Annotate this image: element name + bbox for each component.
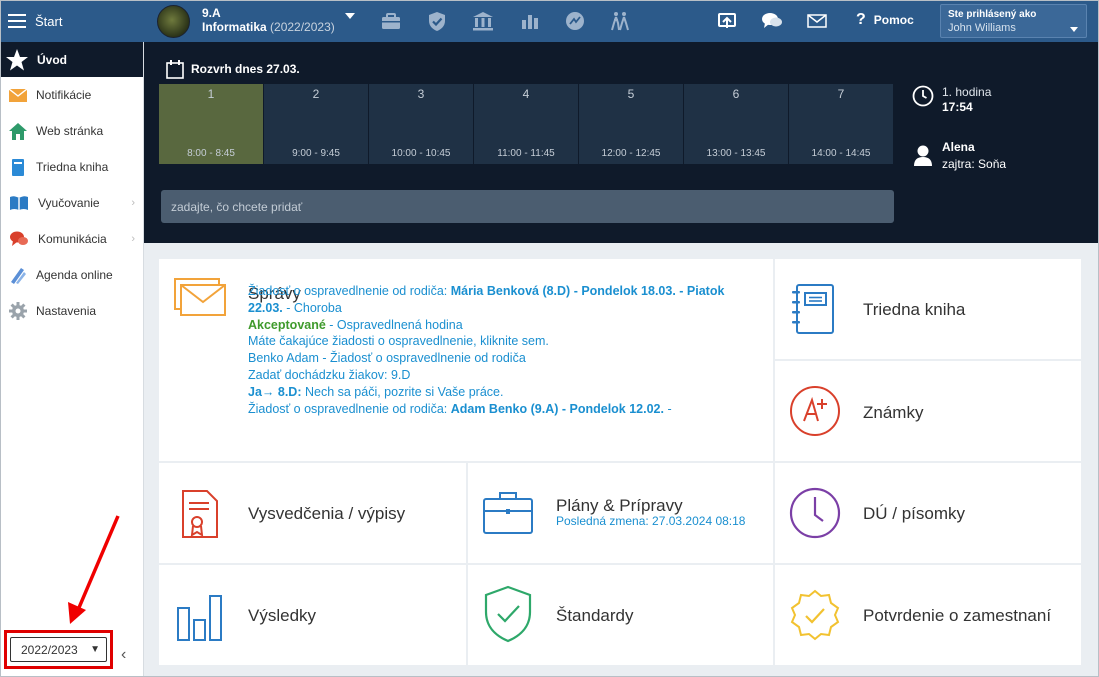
window-frame (0, 0, 1099, 677)
